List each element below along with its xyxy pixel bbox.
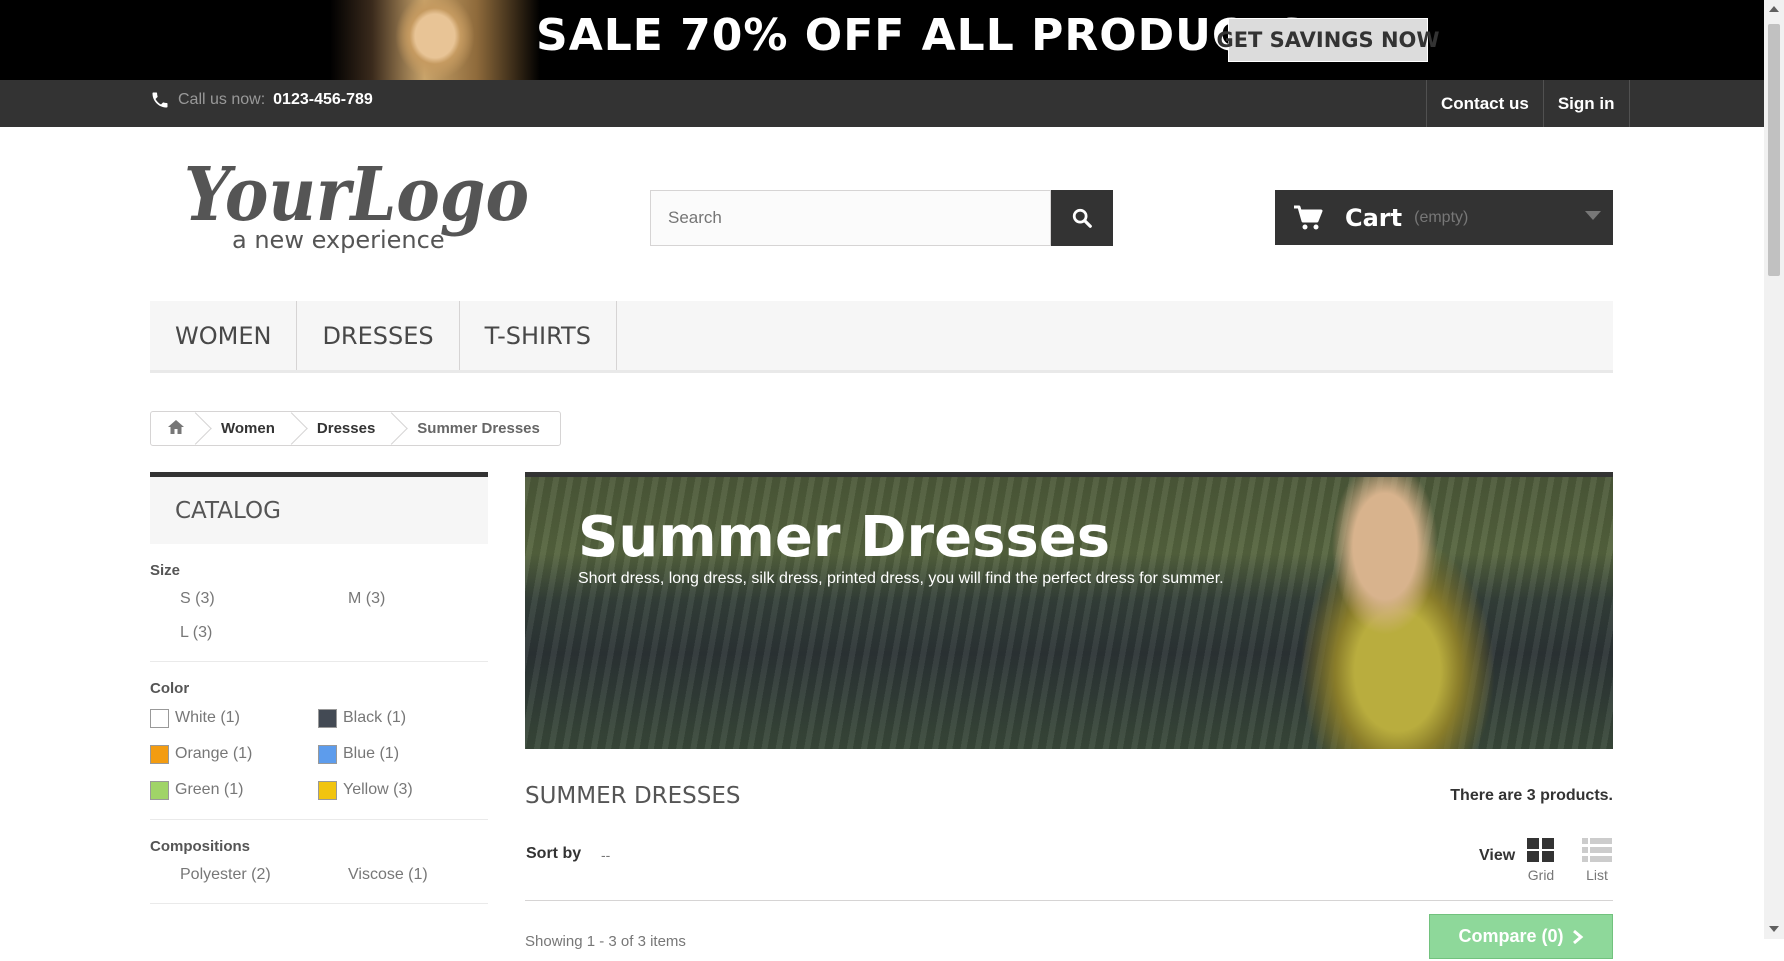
banner-model-image <box>1260 477 1510 749</box>
page-scrollbar[interactable] <box>1764 0 1784 939</box>
menu-item-dresses[interactable]: DRESSES <box>297 301 460 370</box>
filter-color-yellow[interactable]: Yellow (3) <box>318 777 486 803</box>
promo-model-face <box>395 0 475 80</box>
cart-state: (empty) <box>1414 208 1469 226</box>
category-content: Summer Dresses Short dress, long dress, … <box>525 472 1613 961</box>
header-links: Contact us Sign in <box>1426 80 1630 127</box>
compare-button[interactable]: Compare (0) <box>1429 914 1613 959</box>
search-icon <box>1072 208 1092 228</box>
view-label: View <box>1479 847 1516 864</box>
promo-headline: SALE 70% OFF ALL PRODUCTS <box>536 10 1309 61</box>
filter-color-blue[interactable]: Blue (1) <box>318 741 486 767</box>
scroll-down-icon[interactable] <box>1769 926 1779 932</box>
search-button[interactable] <box>1051 190 1113 246</box>
chevron-right-icon <box>1572 929 1583 944</box>
sidebar-filters: CATALOG Size S (3) M (3) L (3) Color Whi… <box>150 472 488 904</box>
phone-icon <box>152 92 168 108</box>
menu-item-women[interactable]: WOMEN <box>150 301 298 370</box>
category-banner: Summer Dresses Short dress, long dress, … <box>525 472 1613 749</box>
results-row: Showing 1 - 3 of 3 items Compare (0) <box>525 901 1613 961</box>
showing-items: Showing 1 - 3 of 3 items <box>525 933 686 950</box>
filter-size-title: Size <box>150 562 181 579</box>
phone-info: Call us now: 0123-456-789 <box>150 90 373 110</box>
call-label: Call us now: <box>178 91 266 108</box>
filter-size-m[interactable]: M (3) <box>318 587 486 611</box>
filter-color-orange[interactable]: Orange (1) <box>150 741 318 767</box>
cart-button[interactable]: Cart (empty) <box>1275 190 1613 245</box>
color-swatch <box>150 780 169 800</box>
menu-item-tshirts[interactable]: T-SHIRTS <box>460 301 617 370</box>
color-swatch <box>318 780 337 800</box>
scroll-up-icon[interactable] <box>1769 6 1779 12</box>
breadcrumb-women[interactable]: Women <box>199 412 295 445</box>
top-nav-bar: Call us now: 0123-456-789 Contact us Sig… <box>0 80 1764 127</box>
filter-size: Size S (3) M (3) L (3) <box>150 544 488 662</box>
filter-color-title: Color <box>150 680 190 697</box>
color-swatch <box>150 744 169 764</box>
filter-composition-viscose[interactable]: Viscose (1) <box>318 863 486 887</box>
contact-us-link[interactable]: Contact us <box>1426 80 1543 127</box>
breadcrumb-current: Summer Dresses <box>417 420 540 437</box>
breadcrumb: Women Dresses Summer Dresses <box>150 411 561 446</box>
search-bar <box>650 190 1113 246</box>
get-savings-button[interactable]: GET SAVINGS NOW <box>1216 18 1440 62</box>
filter-color-black[interactable]: Black (1) <box>318 705 486 731</box>
cart-icon <box>1294 205 1323 229</box>
filter-size-s[interactable]: S (3) <box>150 587 318 611</box>
list-icon <box>1582 838 1612 862</box>
filter-size-l[interactable]: L (3) <box>150 621 318 645</box>
cart-label: Cart <box>1345 203 1403 232</box>
sign-in-link[interactable]: Sign in <box>1542 80 1630 127</box>
category-heading: SUMMER DRESSES <box>525 783 741 809</box>
breadcrumb-dresses[interactable]: Dresses <box>295 412 395 445</box>
filter-color-green[interactable]: Green (1) <box>150 777 318 803</box>
phone-number: 0123-456-789 <box>273 91 373 108</box>
promo-banner[interactable]: SALE 70% OFF ALL PRODUCTS GET SAVINGS NO… <box>0 0 1784 80</box>
product-count: There are 3 products. <box>1450 787 1613 804</box>
color-swatch <box>318 744 337 764</box>
scrollbar-thumb[interactable] <box>1768 24 1780 276</box>
site-logo[interactable]: YourLogo a new experience <box>180 150 540 260</box>
category-heading-row: SUMMER DRESSES There are 3 products. <box>525 763 1613 833</box>
filter-compositions-title: Compositions <box>150 838 250 855</box>
home-icon <box>168 419 184 434</box>
category-banner-title: Summer Dresses <box>578 505 1111 570</box>
search-input[interactable] <box>650 190 1051 246</box>
main-menu: WOMEN DRESSES T-SHIRTS <box>150 301 1613 373</box>
filter-color-white[interactable]: White (1) <box>150 705 318 731</box>
category-banner-description: Short dress, long dress, silk dress, pri… <box>578 570 1224 587</box>
filter-compositions: Compositions Polyester (2) Viscose (1) <box>150 820 488 904</box>
color-swatch <box>150 708 169 728</box>
sort-toolbar: Sort by -- View Grid List <box>525 833 1613 901</box>
filter-color: Color White (1) Black (1) Orange (1) Blu… <box>150 662 488 820</box>
filter-composition-polyester[interactable]: Polyester (2) <box>150 863 318 887</box>
view-list-button[interactable]: List <box>1580 837 1614 883</box>
view-grid-button[interactable]: Grid <box>1524 837 1558 883</box>
color-swatch <box>318 708 337 728</box>
sort-label: Sort by <box>526 845 582 862</box>
logo-tagline: a new experience <box>232 226 445 254</box>
sort-select[interactable]: -- <box>601 847 610 863</box>
catalog-title: CATALOG <box>150 472 488 544</box>
grid-icon <box>1527 838 1554 862</box>
chevron-down-icon <box>1585 211 1601 220</box>
breadcrumb-home[interactable] <box>151 412 199 445</box>
